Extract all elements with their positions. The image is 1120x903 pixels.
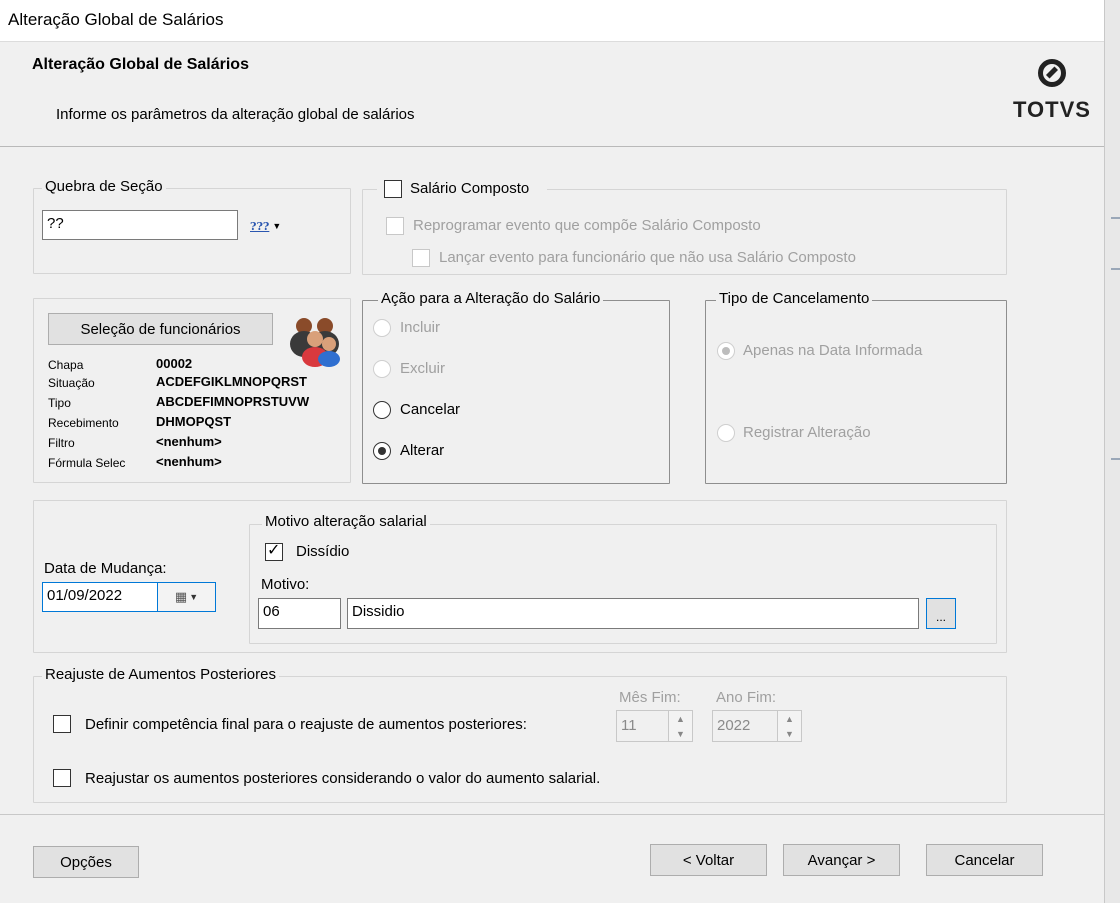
selecao-value: DHMOPQST: [156, 414, 232, 429]
spin-up-icon[interactable]: ▲: [778, 711, 801, 726]
motivo-description-input[interactable]: Dissidio: [347, 598, 919, 629]
voltar-button[interactable]: < Voltar: [650, 844, 767, 876]
motivo-browse-button[interactable]: ...: [926, 598, 956, 629]
background-window-edge: [1104, 0, 1120, 903]
window-titlebar: Alteração Global de Salários: [0, 0, 1104, 42]
reajuste-group-label: Reajuste de Aumentos Posteriores: [42, 666, 279, 683]
acao-radio-excluir[interactable]: [373, 360, 391, 378]
edge-mark: [1111, 268, 1120, 270]
totvs-logo-icon: [1038, 59, 1066, 87]
acao-radio-incluir[interactable]: [373, 319, 391, 337]
totvs-logo: TOTVS: [1012, 59, 1092, 139]
quebra-secao-dropdown[interactable]: ??? ▼: [250, 216, 281, 236]
avancar-button[interactable]: Avançar >: [783, 844, 900, 876]
users-group-icon: [287, 311, 343, 367]
dissidio-label: Dissídio: [296, 543, 350, 560]
wizard-footer: Opções < Voltar Avançar > Cancelar: [0, 814, 1104, 903]
quebra-secao-input[interactable]: ??: [42, 210, 238, 240]
dissidio-checkbox[interactable]: ✓: [265, 542, 283, 561]
opcoes-button[interactable]: Opções: [33, 846, 139, 878]
definir-competencia-label: Definir competência final para o reajust…: [85, 716, 527, 733]
spin-down-icon[interactable]: ▼: [778, 726, 801, 741]
selecao-key: Recebimento: [48, 416, 119, 430]
radio-selected-dot: [378, 447, 386, 455]
quebra-secao-label: Quebra de Seção: [42, 178, 166, 195]
selecao-value: 00002: [156, 356, 193, 371]
ano-fim-label: Ano Fim:: [716, 689, 777, 706]
cancelamento-option-label: Registrar Alteração: [743, 424, 871, 441]
wizard-header: Alteração Global de Salários Informe os …: [0, 43, 1104, 147]
motivo-label: Motivo:: [261, 576, 310, 593]
radio-selected-dot: [722, 347, 730, 355]
mes-fim-label: Mês Fim:: [619, 689, 681, 706]
selecao-key: Fórmula Selec: [48, 456, 126, 470]
spin-down-icon[interactable]: ▼: [669, 726, 692, 741]
data-mudanca-label: Data de Mudança:: [44, 560, 167, 577]
chevron-down-icon: ▼: [272, 221, 282, 231]
acao-radio-alterar[interactable]: [373, 442, 391, 460]
cancelamento-radio-apenas[interactable]: [717, 342, 735, 360]
selecao-value: ABCDEFIMNOPRSTUVW: [156, 394, 310, 409]
selecao-value: <nenhum>: [156, 434, 222, 449]
totvs-logo-text: TOTVS: [1013, 97, 1091, 122]
acao-option-label: Incluir: [400, 319, 441, 336]
window-title: Alteração Global de Salários: [8, 10, 224, 29]
cancelamento-group: [705, 300, 1007, 484]
acao-label: Ação para a Alteração do Salário: [378, 290, 604, 307]
calendar-icon: ▦: [174, 589, 188, 604]
motivo-group-label: Motivo alteração salarial: [262, 513, 430, 530]
acao-option-label: Cancelar: [400, 401, 461, 418]
acao-radio-cancelar[interactable]: [373, 401, 391, 419]
reajustar-aumentos-checkbox[interactable]: [53, 769, 71, 787]
selecao-value: <nenhum>: [156, 454, 222, 469]
page-subtitle: Informe os parâmetros da alteração globa…: [56, 106, 415, 123]
lancar-evento-label: Lançar evento para funcionário que não u…: [439, 249, 856, 266]
definir-competencia-checkbox[interactable]: [53, 715, 71, 733]
selecao-value: ACDEFGIKLMNOPQRST: [156, 374, 307, 389]
selecao-funcionarios-button[interactable]: Seleção de funcionários: [48, 313, 273, 345]
acao-option-label: Alterar: [400, 442, 445, 459]
salario-composto-checkbox[interactable]: [384, 180, 402, 198]
cancelamento-radio-registrar[interactable]: [717, 424, 735, 442]
acao-option-label: Excluir: [400, 360, 446, 377]
motivo-code-input[interactable]: 06: [258, 598, 341, 629]
wizard-content: Quebra de Seção ?? ??? ▼ Salário Compost…: [0, 148, 1104, 814]
reprogramar-checkbox[interactable]: [386, 217, 404, 235]
selecao-key: Tipo: [48, 396, 71, 410]
calendar-dropdown-button[interactable]: ▦ ▼: [157, 583, 215, 611]
cancelamento-label: Tipo de Cancelamento: [716, 290, 873, 307]
placeholder-icon: ???: [250, 219, 270, 233]
selecao-key: Filtro: [48, 436, 75, 450]
reajustar-aumentos-label: Reajustar os aumentos posteriores consid…: [85, 770, 601, 787]
spin-up-icon[interactable]: ▲: [669, 711, 692, 726]
lancar-evento-checkbox[interactable]: [412, 249, 430, 267]
chevron-down-icon: ▼: [189, 592, 199, 602]
cancelamento-option-label: Apenas na Data Informada: [743, 342, 923, 359]
edge-mark: [1111, 217, 1120, 219]
selecao-key: Situação: [48, 376, 95, 390]
salario-composto-label: Salário Composto: [410, 180, 530, 197]
page-title: Alteração Global de Salários: [32, 56, 249, 73]
reprogramar-label: Reprogramar evento que compõe Salário Co…: [413, 217, 761, 234]
ano-fim-spinner[interactable]: ▲ ▼: [777, 711, 801, 741]
mes-fim-spinner[interactable]: ▲ ▼: [668, 711, 692, 741]
selecao-key: Chapa: [48, 358, 84, 372]
edge-mark: [1111, 458, 1120, 460]
cancelar-button[interactable]: Cancelar: [926, 844, 1043, 876]
checkmark-icon: ✓: [267, 542, 281, 559]
